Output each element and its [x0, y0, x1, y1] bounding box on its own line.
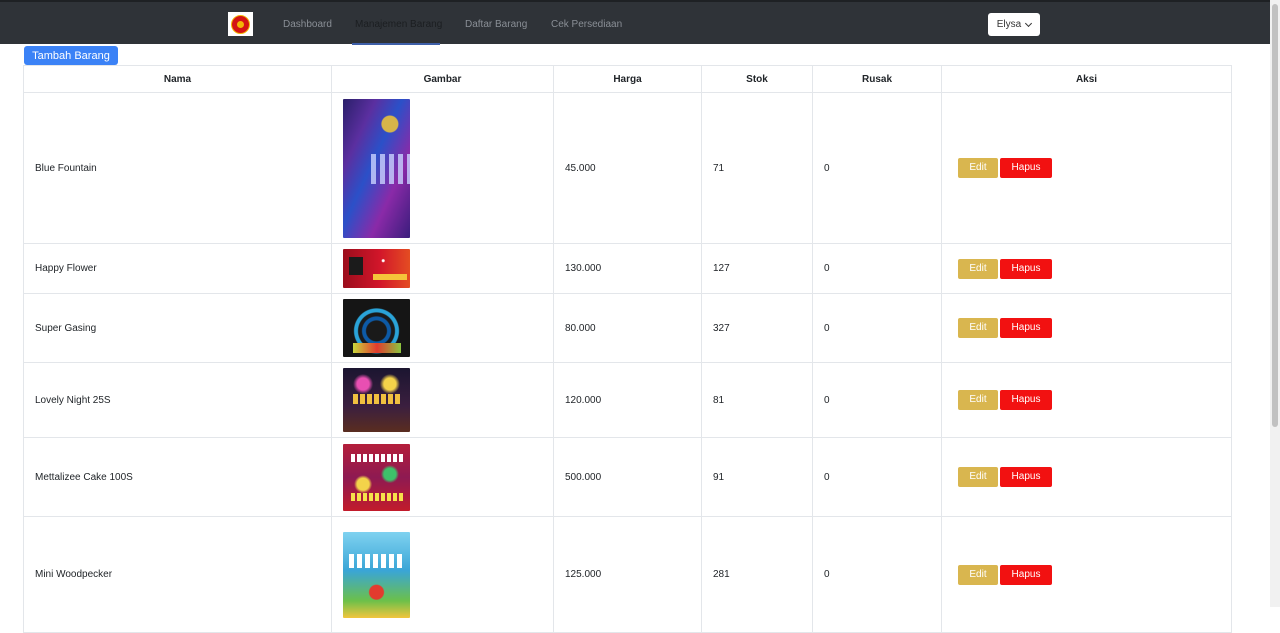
cell-gambar — [331, 92, 554, 244]
header-harga: Harga — [553, 65, 702, 93]
table-row: Happy Flower 130.000 127 0 Edit Hapus — [23, 243, 1232, 294]
cell-aksi: Edit Hapus — [941, 243, 1232, 294]
cell-rusak: 0 — [812, 293, 942, 363]
cell-aksi: Edit Hapus — [941, 362, 1232, 438]
product-image — [343, 368, 410, 432]
delete-button[interactable]: Hapus — [1000, 467, 1052, 487]
nav-link-cek-persediaan[interactable]: Cek Persediaan — [551, 19, 622, 30]
cell-rusak: 0 — [812, 437, 942, 517]
cell-nama: Super Gasing — [23, 293, 332, 363]
table-row: Super Gasing 80.000 327 0 Edit Hapus — [23, 293, 1232, 363]
table-row: Mettalizee Cake 100S 500.000 91 0 Edit Ha… — [23, 437, 1232, 517]
top-navbar: Dashboard Manajemen Barang Daftar Barang… — [0, 0, 1270, 44]
table-row: Mini Woodpecker 125.000 281 0 Edit Hapus — [23, 516, 1232, 633]
cell-rusak: 0 — [812, 516, 942, 633]
cell-stok: 327 — [701, 293, 813, 363]
product-image — [343, 531, 410, 618]
product-image — [343, 98, 410, 238]
delete-button[interactable]: Hapus — [1000, 258, 1052, 279]
edit-button[interactable]: Edit — [958, 258, 998, 279]
cell-gambar — [331, 437, 554, 517]
user-menu-button[interactable]: Elysa — [988, 13, 1040, 36]
delete-button[interactable]: Hapus — [1000, 564, 1052, 585]
cell-rusak: 0 — [812, 362, 942, 438]
cell-stok: 91 — [701, 437, 813, 517]
cell-harga: 45.000 — [553, 92, 702, 244]
active-nav-indicator — [352, 43, 440, 45]
product-image — [343, 443, 410, 511]
cell-nama: Happy Flower — [23, 243, 332, 294]
edit-button[interactable]: Edit — [958, 390, 998, 410]
edit-button[interactable]: Edit — [958, 564, 998, 585]
product-image — [343, 249, 410, 288]
brand-logo[interactable] — [228, 12, 253, 36]
nav-link-manajemen-barang[interactable]: Manajemen Barang — [355, 19, 442, 30]
table-header-row: Nama Gambar Harga Stok Rusak Aksi — [23, 65, 1232, 93]
cell-gambar — [331, 243, 554, 294]
edit-button[interactable]: Edit — [958, 158, 998, 178]
cell-nama: Mettalizee Cake 100S — [23, 437, 332, 517]
cell-harga: 130.000 — [553, 243, 702, 294]
cell-gambar — [331, 362, 554, 438]
header-rusak: Rusak — [812, 65, 942, 93]
header-nama: Nama — [23, 65, 332, 93]
delete-button[interactable]: Hapus — [1000, 390, 1052, 410]
cell-gambar — [331, 516, 554, 633]
edit-button[interactable]: Edit — [958, 318, 998, 338]
cell-aksi: Edit Hapus — [941, 516, 1232, 633]
cell-nama: Mini Woodpecker — [23, 516, 332, 633]
user-name: Elysa — [996, 19, 1022, 30]
chevron-down-icon — [1025, 19, 1033, 27]
cell-rusak: 0 — [812, 243, 942, 294]
cell-aksi: Edit Hapus — [941, 293, 1232, 363]
header-gambar: Gambar — [331, 65, 554, 93]
cell-gambar — [331, 293, 554, 363]
nav-link-dashboard[interactable]: Dashboard — [283, 19, 332, 30]
table-row: Blue Fountain 45.000 71 0 Edit Hapus — [23, 92, 1232, 244]
cell-stok: 127 — [701, 243, 813, 294]
cell-stok: 281 — [701, 516, 813, 633]
cell-nama: Lovely Night 25S — [23, 362, 332, 438]
header-aksi: Aksi — [941, 65, 1232, 93]
cell-harga: 80.000 — [553, 293, 702, 363]
delete-button[interactable]: Hapus — [1000, 158, 1052, 178]
scrollbar-thumb[interactable] — [1272, 4, 1278, 427]
cell-harga: 120.000 — [553, 362, 702, 438]
logo-emblem-icon — [231, 14, 250, 34]
nav-link-daftar-barang[interactable]: Daftar Barang — [465, 19, 527, 30]
cell-aksi: Edit Hapus — [941, 437, 1232, 517]
add-item-button[interactable]: Tambah Barang — [24, 46, 118, 65]
cell-stok: 81 — [701, 362, 813, 438]
cell-aksi: Edit Hapus — [941, 92, 1232, 244]
vertical-scrollbar[interactable] — [1270, 0, 1280, 607]
cell-stok: 71 — [701, 92, 813, 244]
delete-button[interactable]: Hapus — [1000, 318, 1052, 338]
cell-nama: Blue Fountain — [23, 92, 332, 244]
cell-harga: 500.000 — [553, 437, 702, 517]
cell-rusak: 0 — [812, 92, 942, 244]
edit-button[interactable]: Edit — [958, 467, 998, 487]
header-stok: Stok — [701, 65, 813, 93]
items-table: Nama Gambar Harga Stok Rusak Aksi Blue F… — [23, 65, 1232, 633]
product-image — [343, 299, 410, 357]
table-row: Lovely Night 25S 120.000 81 0 Edit Hapus — [23, 362, 1232, 438]
cell-harga: 125.000 — [553, 516, 702, 633]
